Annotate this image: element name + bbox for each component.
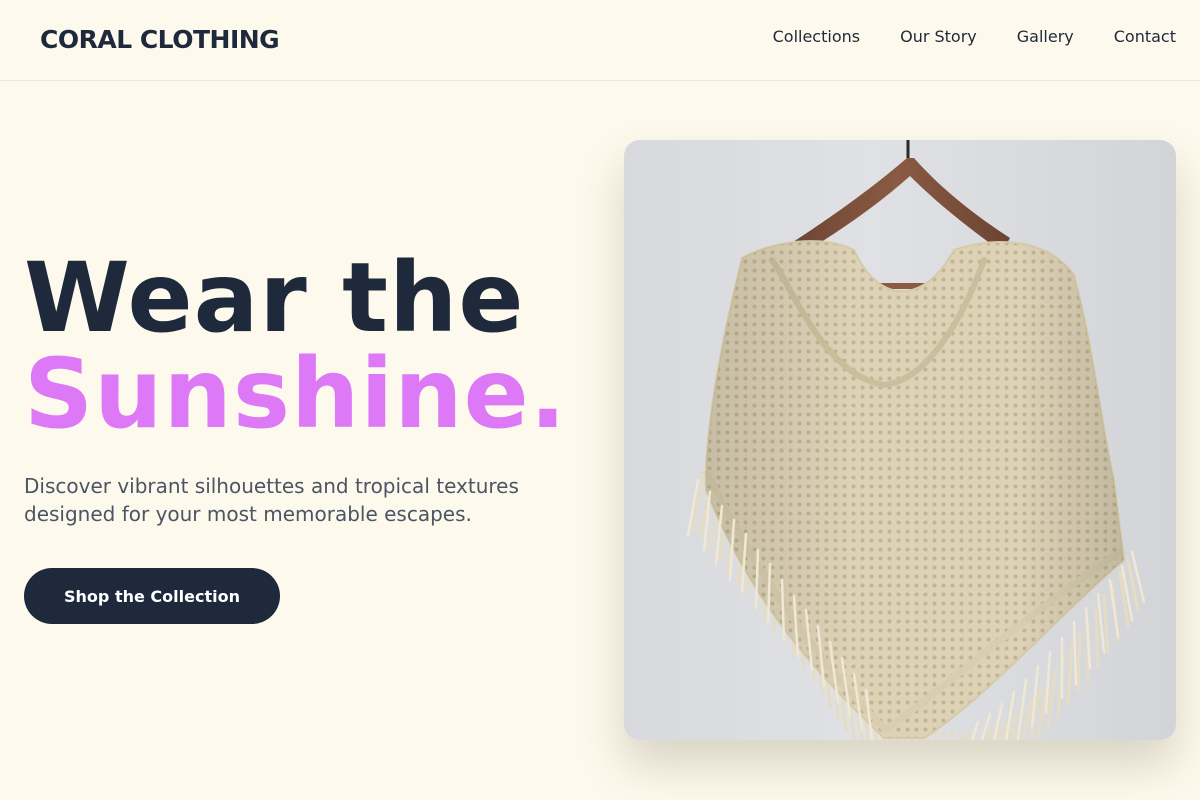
site-header: CORAL CLOTHING Collections Our Story Gal… — [0, 0, 1200, 81]
main-nav: Collections Our Story Gallery Contact — [773, 26, 1176, 48]
nav-item-our-story[interactable]: Our Story — [900, 26, 977, 48]
hero-subtitle: Discover vibrant silhouettes and tropica… — [24, 474, 519, 526]
shop-collection-button[interactable]: Shop the Collection — [24, 568, 280, 624]
product-image — [624, 140, 1176, 740]
hero-title: Wear the Sunshine. — [24, 250, 567, 442]
nav-item-collections[interactable]: Collections — [773, 26, 860, 48]
nav-item-contact[interactable]: Contact — [1114, 26, 1176, 48]
nav-item-gallery[interactable]: Gallery — [1017, 26, 1074, 48]
brand-logo[interactable]: CORAL CLOTHING — [40, 24, 280, 56]
hero-title-line2: Sunshine. — [24, 338, 568, 450]
hero-title-line1: Wear the — [24, 242, 525, 354]
poncho-illustration — [686, 140, 1146, 740]
